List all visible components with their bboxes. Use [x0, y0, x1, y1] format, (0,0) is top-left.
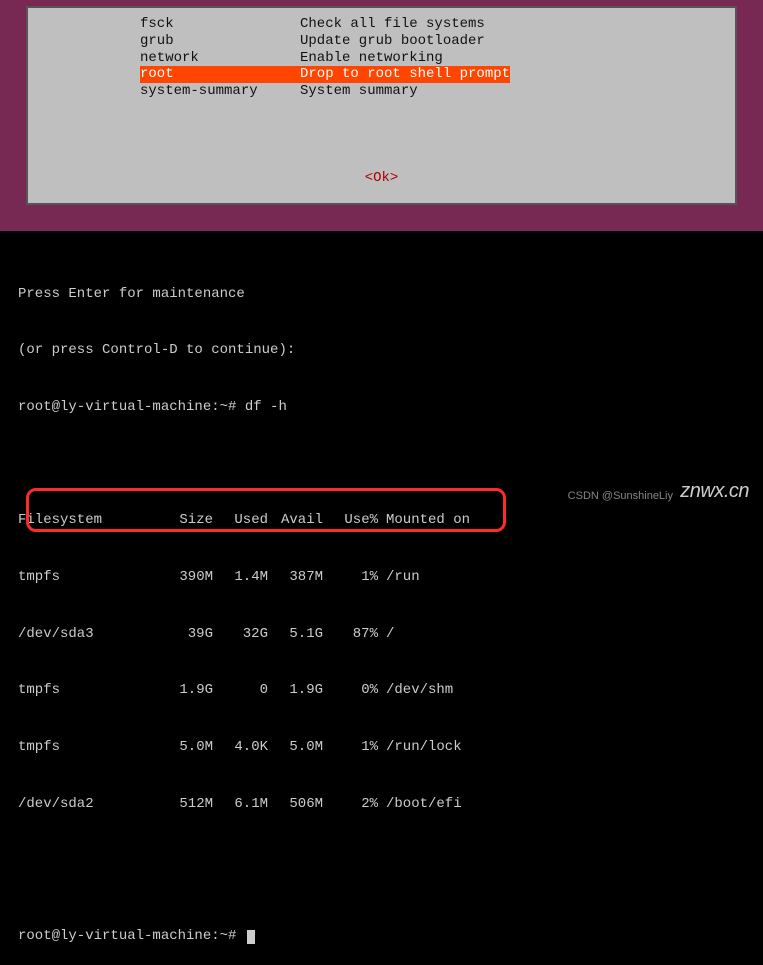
menu-item-root[interactable]: root Drop to root shell prompt: [140, 66, 723, 83]
command: df -h: [245, 399, 287, 415]
col-avail: Avail: [268, 511, 323, 530]
prompt-line-2: root@ly-virtual-machine:~#: [18, 927, 745, 946]
menu-desc: Check all file systems: [300, 16, 485, 33]
menu-key: grub: [140, 33, 300, 50]
df-header-row: Filesystem Size Used Avail Use% Mounted …: [18, 511, 745, 530]
menu-item-network[interactable]: network Enable networking: [140, 50, 723, 67]
menu-desc: Enable networking: [300, 50, 443, 67]
menu-key: network: [140, 50, 300, 67]
menu-item-fsck[interactable]: fsck Check all file systems: [140, 16, 723, 33]
watermark-znwx: znwx.cn: [680, 479, 749, 503]
df-output: Filesystem Size Used Avail Use% Mounted …: [18, 473, 745, 870]
col-mount: Mounted on: [378, 511, 470, 530]
col-size: Size: [158, 511, 213, 530]
menu-desc: Drop to root shell prompt: [300, 66, 510, 83]
df-row: tmpfs 390M 1.4M 387M 1% /run: [18, 568, 745, 587]
terminal-output[interactable]: Press Enter for maintenance (or press Co…: [0, 231, 763, 965]
menu-list: fsck Check all file systems grub Update …: [140, 16, 723, 100]
maintenance-line-1: Press Enter for maintenance: [18, 285, 745, 304]
menu-key: root: [140, 66, 300, 83]
df-row: tmpfs 1.9G 0 1.9G 0% /dev/shm: [18, 681, 745, 700]
watermark-csdn: CSDN @SunshineLiy: [568, 490, 673, 503]
shell-prompt: root@ly-virtual-machine:~#: [18, 399, 245, 415]
menu-key: system-summary: [140, 83, 300, 100]
maintenance-line-2: (or press Control-D to continue):: [18, 341, 745, 360]
df-row: tmpfs 5.0M 4.0K 5.0M 1% /run/lock: [18, 738, 745, 757]
prompt-line: root@ly-virtual-machine:~# df -h: [18, 398, 745, 417]
col-used: Used: [213, 511, 268, 530]
menu-desc: System summary: [300, 83, 418, 100]
cursor-icon: [247, 930, 255, 944]
df-row: /dev/sda2 512M 6.1M 506M 2% /boot/efi: [18, 795, 745, 814]
menu-desc: Update grub bootloader: [300, 33, 485, 50]
recovery-menu-frame: fsck Check all file systems grub Update …: [0, 0, 763, 231]
menu-item-grub[interactable]: grub Update grub bootloader: [140, 33, 723, 50]
shell-prompt: root@ly-virtual-machine:~#: [18, 928, 245, 944]
menu-key: fsck: [140, 16, 300, 33]
col-filesystem: Filesystem: [18, 511, 158, 530]
recovery-menu-dialog: fsck Check all file systems grub Update …: [26, 6, 737, 205]
menu-item-system-summary[interactable]: system-summary System summary: [140, 83, 723, 100]
col-usep: Use%: [323, 511, 378, 530]
df-row-root: /dev/sda3 39G 32G 5.1G 87% /: [18, 625, 745, 644]
ok-button[interactable]: <Ok>: [40, 170, 723, 187]
